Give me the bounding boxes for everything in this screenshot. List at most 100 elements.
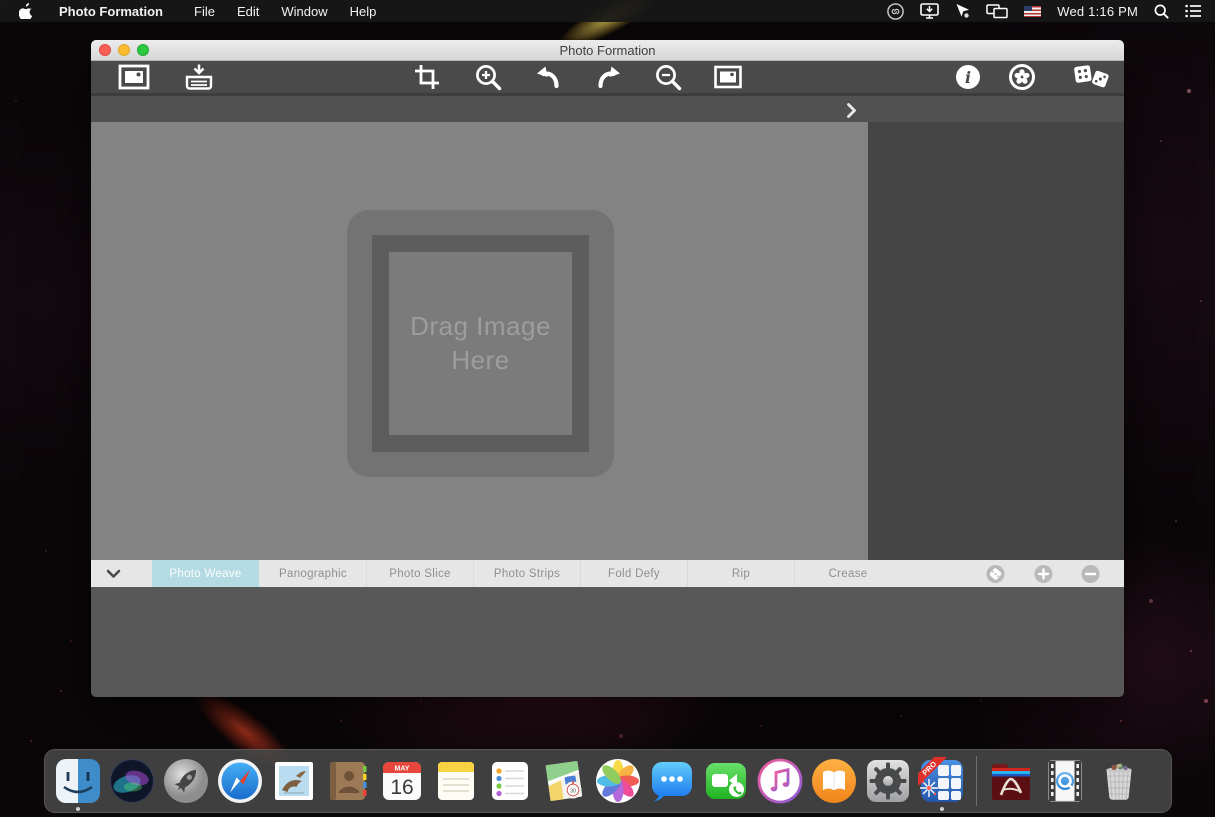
drop-zone-label: Drag Image Here — [403, 310, 558, 377]
dock-item-safari[interactable] — [213, 752, 267, 810]
dock-item-maps[interactable]: 30 — [537, 752, 591, 810]
dock-item-trash[interactable] — [1092, 752, 1146, 810]
displays-mirror-icon[interactable] — [986, 4, 1008, 19]
effects-tab-bar: Photo Weave Panographic Photo Slice Phot… — [91, 560, 1124, 587]
panel-collapse-bar — [91, 93, 1124, 122]
dock-item-system-preferences[interactable] — [861, 752, 915, 810]
menu-file[interactable]: File — [183, 4, 226, 19]
toolbar: i — [91, 61, 1124, 93]
system-preferences-icon — [864, 757, 912, 805]
crop-button[interactable] — [414, 64, 440, 90]
editor-canvas: Drag Image Here — [91, 122, 868, 560]
tab-crease[interactable]: Crease — [794, 560, 901, 587]
svg-text:i: i — [965, 68, 971, 87]
svg-text:16: 16 — [390, 776, 413, 799]
dock-item-calendar[interactable]: MAY 16 — [375, 752, 429, 810]
zoom-out-button[interactable] — [654, 63, 682, 91]
dock-item-mail[interactable] — [267, 752, 321, 810]
tab-photo-strips[interactable]: Photo Strips — [473, 560, 580, 587]
finder-running-indicator — [76, 807, 80, 811]
randomize-dice-button[interactable] — [1073, 63, 1109, 91]
tab-photo-weave[interactable]: Photo Weave — [152, 560, 259, 587]
active-app-menu[interactable]: Photo Formation — [49, 4, 173, 19]
dock-item-contacts[interactable] — [321, 752, 375, 810]
dock-item-messages[interactable] — [645, 752, 699, 810]
menu-bar: Photo Formation File Edit Window Help We… — [0, 0, 1215, 22]
dock-item-adobe-acrobat-folder[interactable] — [984, 752, 1038, 810]
zoom-button[interactable] — [137, 44, 149, 56]
display-share-icon[interactable] — [920, 3, 939, 19]
tab-fold-defy[interactable]: Fold Defy — [580, 560, 687, 587]
photo-formation-running-indicator — [940, 807, 944, 811]
window-content: Drag Image Here — [91, 122, 1124, 560]
menu-bar-clock[interactable]: Wed 1:16 PM — [1057, 4, 1138, 19]
siri-icon — [108, 757, 156, 805]
dock-item-quicktime[interactable] — [1038, 752, 1092, 810]
redo-button[interactable] — [596, 64, 622, 90]
window-title: Photo Formation — [559, 43, 655, 58]
finder-icon — [54, 757, 102, 805]
drop-zone-frame: Drag Image Here — [372, 235, 589, 452]
input-source-us-flag-icon[interactable] — [1024, 6, 1041, 17]
tab-panographic[interactable]: Panographic — [259, 560, 366, 587]
dock-item-itunes[interactable] — [753, 752, 807, 810]
dock-item-ibooks[interactable] — [807, 752, 861, 810]
ibooks-icon — [810, 757, 858, 805]
dock-item-facetime[interactable] — [699, 752, 753, 810]
trash-full-icon — [1095, 757, 1143, 805]
info-button[interactable]: i — [955, 64, 981, 90]
notification-center-icon[interactable] — [1185, 4, 1202, 18]
dock: MAY 16 30 PRO — [44, 749, 1172, 813]
dock-item-reminders[interactable] — [483, 752, 537, 810]
menu-window[interactable]: Window — [270, 4, 338, 19]
creative-cloud-icon[interactable] — [887, 3, 904, 20]
maps-icon: 30 — [540, 757, 588, 805]
apple-menu-icon[interactable] — [19, 3, 33, 19]
safari-icon — [216, 757, 264, 805]
spotlight-icon[interactable] — [1154, 4, 1169, 19]
pointer-icon[interactable] — [955, 3, 970, 19]
minimize-button[interactable] — [118, 44, 130, 56]
add-photo-button[interactable] — [119, 65, 150, 90]
photo-formation-window: Photo Formation i — [91, 40, 1124, 697]
contacts-icon — [324, 757, 372, 805]
traffic-lights — [99, 40, 149, 60]
svg-text:MAY: MAY — [395, 766, 410, 773]
import-button[interactable] — [184, 64, 214, 91]
menu-bar-left: Photo Formation File Edit Window Help — [0, 0, 387, 22]
undo-button[interactable] — [535, 64, 561, 90]
calendar-icon: MAY 16 — [378, 757, 426, 805]
image-drop-zone[interactable]: Drag Image Here — [347, 210, 614, 477]
dock-item-launchpad[interactable] — [159, 752, 213, 810]
dock-item-siri[interactable] — [105, 752, 159, 810]
dock-item-photos[interactable] — [591, 752, 645, 810]
desktop: { "menu_bar": { "app_name": "Photo Forma… — [0, 0, 1215, 817]
dock-item-notes[interactable] — [429, 752, 483, 810]
dock-item-finder[interactable] — [51, 752, 105, 810]
tab-rip[interactable]: Rip — [687, 560, 794, 587]
photos-icon — [594, 757, 642, 805]
quicktime-document-icon — [1041, 757, 1089, 805]
mail-icon — [270, 757, 318, 805]
messages-icon — [648, 757, 696, 805]
right-panel — [868, 122, 1124, 560]
randomize-effect-button[interactable] — [986, 564, 1005, 583]
remove-effect-button[interactable] — [1081, 564, 1100, 583]
zoom-in-button[interactable] — [474, 63, 502, 91]
menu-help[interactable]: Help — [339, 4, 388, 19]
settings-dial-button[interactable] — [1009, 64, 1036, 91]
dock-item-photo-formation-pro[interactable]: PRO — [915, 752, 969, 810]
panel-expand-toggle[interactable] — [841, 100, 862, 121]
dock-divider — [976, 756, 977, 806]
photo-formation-pro-icon: PRO — [918, 757, 966, 805]
image-button[interactable] — [714, 66, 742, 89]
menu-edit[interactable]: Edit — [226, 4, 270, 19]
itunes-icon — [756, 757, 804, 805]
effect-options-panel — [91, 587, 1124, 697]
window-titlebar[interactable]: Photo Formation — [91, 40, 1124, 61]
tab-photo-slice[interactable]: Photo Slice — [366, 560, 473, 587]
close-button[interactable] — [99, 44, 111, 56]
facetime-icon — [702, 757, 750, 805]
tab-bar-collapse-toggle[interactable] — [91, 560, 152, 587]
add-effect-button[interactable] — [1034, 564, 1053, 583]
